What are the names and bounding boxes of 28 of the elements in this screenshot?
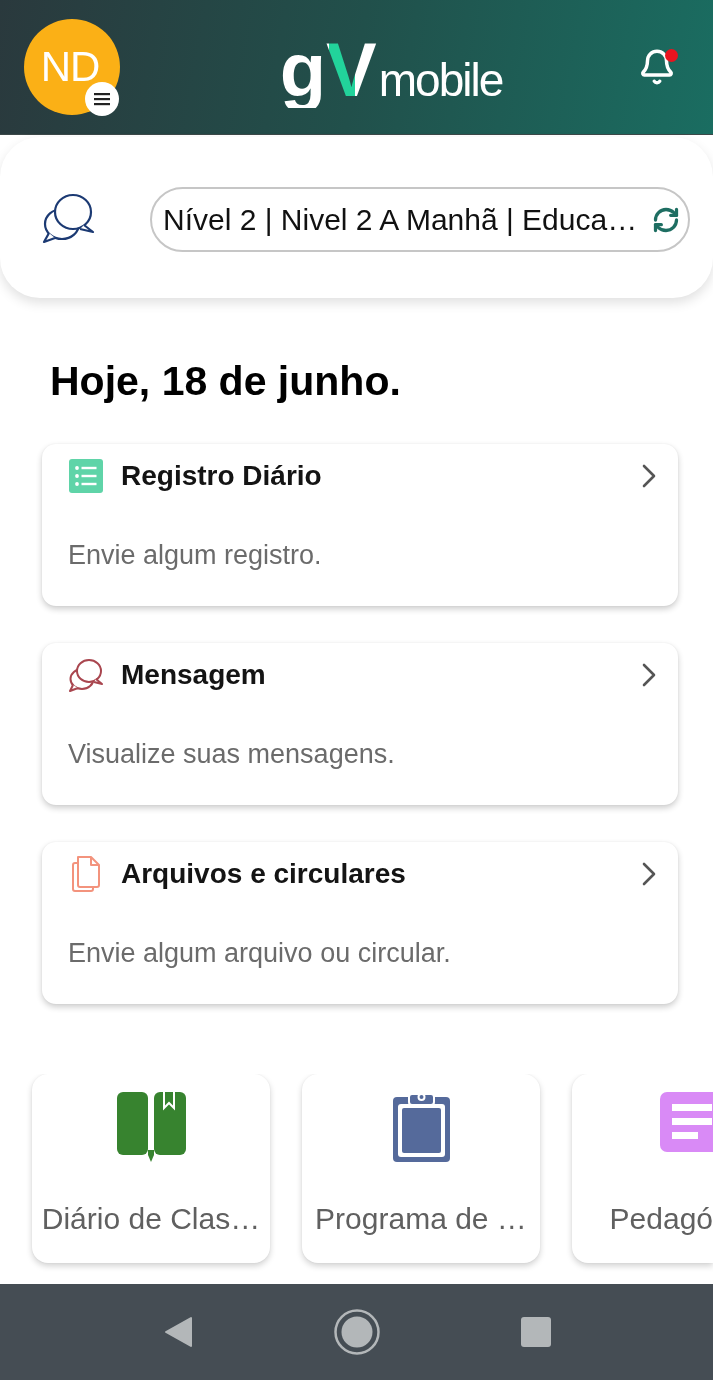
card-title: Mensagem: [121, 659, 267, 691]
card-description: Envie algum registro.: [68, 540, 322, 570]
card-title: Arquivos e circulares: [121, 858, 407, 890]
chevron-right-icon: [642, 862, 656, 886]
shortcut-card[interactable]: Mensagem Visualize suas mensagens.: [42, 643, 678, 805]
card-description: Envie algum arquivo ou circular.: [68, 938, 451, 968]
module-tile[interactable]: Programa de …: [302, 1074, 540, 1263]
refresh-icon[interactable]: [652, 205, 680, 234]
tile-label: Programa de …: [315, 1202, 527, 1236]
module-tile[interactable]: Diário de Clas…: [32, 1074, 270, 1263]
date-heading: Hoje, 18 de junho.: [50, 357, 402, 405]
tile-label: Pedagó: [609, 1202, 713, 1236]
bell-icon[interactable]: [638, 47, 676, 87]
class-selector[interactable]: Nível 2 | Nivel 2 A Manhã | Educa…: [150, 187, 690, 252]
chat-bubbles-icon[interactable]: [40, 191, 95, 244]
module-tile[interactable]: Pedagó: [572, 1074, 713, 1263]
card-title: Registro Diário: [121, 460, 323, 492]
card-description: Visualize suas mensagens.: [68, 739, 395, 769]
chevron-right-icon: [642, 663, 656, 687]
home-icon[interactable]: [333, 1309, 380, 1355]
logo-wordmark: mobile: [378, 57, 504, 103]
menu-icon[interactable]: [85, 82, 119, 116]
shortcut-card[interactable]: Arquivos e circulares Envie algum arquivo ou circular.: [42, 842, 678, 1004]
chevron-right-icon: [642, 464, 656, 488]
tile-label: Diário de Clas…: [41, 1202, 261, 1236]
shortcut-card[interactable]: Registro Diário Envie algum registro.: [42, 444, 678, 606]
back-icon[interactable]: [162, 1315, 193, 1349]
square-icon[interactable]: [520, 1317, 551, 1347]
